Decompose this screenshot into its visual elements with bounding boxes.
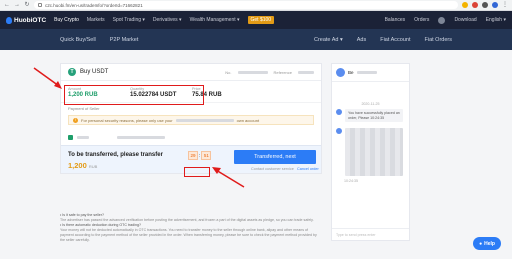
lock-icon [38, 3, 42, 7]
balances-link[interactable]: Balances [385, 17, 406, 23]
transfer-currency: RUB [88, 164, 98, 169]
bank-icon [68, 134, 73, 140]
fiat-orders-link[interactable]: Fiat Orders [424, 37, 452, 43]
menu-spot-trading[interactable]: Spot Trading ▾ [113, 17, 145, 23]
download-link[interactable]: Download [454, 17, 476, 23]
faq-section: • Is it safe to pay the seller? The adve… [60, 213, 322, 243]
notice-text: For personal security reasons, please on… [81, 117, 173, 123]
system-message: You have successfully placed an order, P… [345, 109, 403, 122]
annotation-box-timer [184, 167, 210, 177]
chat-input[interactable]: Type to send press enter [332, 228, 409, 240]
annotation-box-amounts [64, 85, 204, 105]
redacted-bank [77, 135, 89, 139]
create-ad-menu[interactable]: Create Ad ▾ [314, 37, 343, 43]
redacted-reference [298, 70, 314, 74]
security-notice: ! For personal security reasons, please … [68, 115, 314, 125]
extension-icon[interactable] [472, 2, 478, 8]
help-button[interactable]: ● Help [473, 237, 501, 250]
redacted-counterparty [356, 71, 377, 74]
fiat-account-link[interactable]: Fiat Account [380, 37, 410, 43]
contact-service-link[interactable]: Contact customer service [251, 167, 294, 171]
chat-panel: Be 2020-11-25 You have successfully plac… [331, 63, 410, 241]
main-menu: Buy Crypto Markets Spot Trading ▾ Deriva… [54, 16, 275, 24]
redacted-account [117, 135, 165, 139]
redacted-name [175, 118, 234, 122]
url-text: c2c.huobi.fm/en-us/tradeInfo/?orderId=71… [45, 2, 143, 8]
promo-button[interactable]: Get $100 [247, 16, 275, 24]
chat-bubble-icon: ● [479, 240, 483, 247]
flame-icon [6, 16, 12, 24]
payment-method-row[interactable] [61, 129, 321, 145]
timer-seconds: 51 [201, 151, 212, 160]
chat-header: Be [332, 64, 409, 82]
order-title: Buy USDT [80, 69, 109, 75]
chat-message [332, 125, 409, 179]
extension-icon[interactable] [462, 2, 468, 8]
header-right: Balances Orders Download English ▾ [385, 16, 506, 24]
avatar [336, 109, 342, 115]
logo[interactable]: HuobiOTC [6, 16, 47, 24]
avatar[interactable] [438, 16, 446, 24]
back-icon[interactable]: ← [4, 2, 10, 8]
transferred-next-button[interactable]: Transferred, next [234, 150, 316, 164]
faq-answer: Your money will not be deducted automati… [60, 228, 317, 242]
menu-dots-icon[interactable]: ⋮ [502, 2, 508, 8]
redacted-order-no [237, 70, 268, 74]
help-label: Help [484, 240, 495, 247]
menu-derivatives[interactable]: Derivatives ▾ [153, 17, 182, 23]
language-select[interactable]: English ▾ [486, 17, 506, 23]
tab-p2p-market[interactable]: P2P Market [110, 37, 139, 43]
order-meta: No. Reference [225, 70, 314, 75]
countdown-timer: 29 : 51 [188, 151, 212, 160]
transfer-amount-value: 1,200 [68, 161, 87, 170]
profile-icon[interactable] [492, 2, 498, 8]
counterparty-name: Be [348, 70, 354, 75]
sub-nav: Quick Buy/Sell P2P Market Create Ad ▾ Ad… [0, 29, 512, 50]
warning-icon: ! [73, 117, 78, 123]
avatar [336, 128, 342, 134]
redacted-message [345, 128, 403, 176]
annotation-arrow-icon [212, 167, 245, 188]
forward-icon[interactable]: → [14, 2, 20, 8]
order-no-label: No. [225, 69, 232, 75]
avatar [336, 68, 345, 77]
timer-separator: : [199, 152, 201, 159]
contact-row: Contact customer service Cancel order [251, 167, 319, 171]
message-time: 10:24:35 [344, 179, 358, 183]
browser-toolbar: ← → ↻ c2c.huobi.fm/en-us/tradeInfo/?orde… [0, 0, 512, 11]
tab-quick-buy-sell[interactable]: Quick Buy/Sell [60, 37, 96, 43]
reload-icon[interactable]: ↻ [24, 2, 30, 8]
ads-link[interactable]: Ads [357, 37, 366, 43]
order-card: T Buy USDT No. Reference Amount 1,200 RU… [60, 63, 322, 174]
orders-link[interactable]: Orders [414, 17, 429, 23]
logo-text: HuobiOTC [14, 16, 47, 24]
notice-tail: own account [236, 117, 260, 123]
reference-label: Reference [273, 69, 292, 75]
menu-buy-crypto[interactable]: Buy Crypto [54, 17, 79, 23]
extension-icon[interactable] [482, 2, 488, 8]
cancel-order-link[interactable]: Cancel order [297, 167, 319, 171]
annotation-arrow-icon [33, 67, 62, 89]
chat-message: You have successfully placed an order, P… [332, 106, 409, 125]
order-header: T Buy USDT No. Reference [61, 64, 321, 81]
menu-markets[interactable]: Markets [87, 17, 105, 23]
site-header: HuobiOTC Buy Crypto Markets Spot Trading… [0, 11, 512, 29]
usdt-icon: T [68, 68, 76, 76]
menu-wealth-management[interactable]: Wealth Management ▾ [190, 17, 240, 23]
timer-minutes: 29 [188, 151, 199, 160]
address-bar[interactable]: c2c.huobi.fm/en-us/tradeInfo/?orderId=71… [34, 1, 458, 9]
